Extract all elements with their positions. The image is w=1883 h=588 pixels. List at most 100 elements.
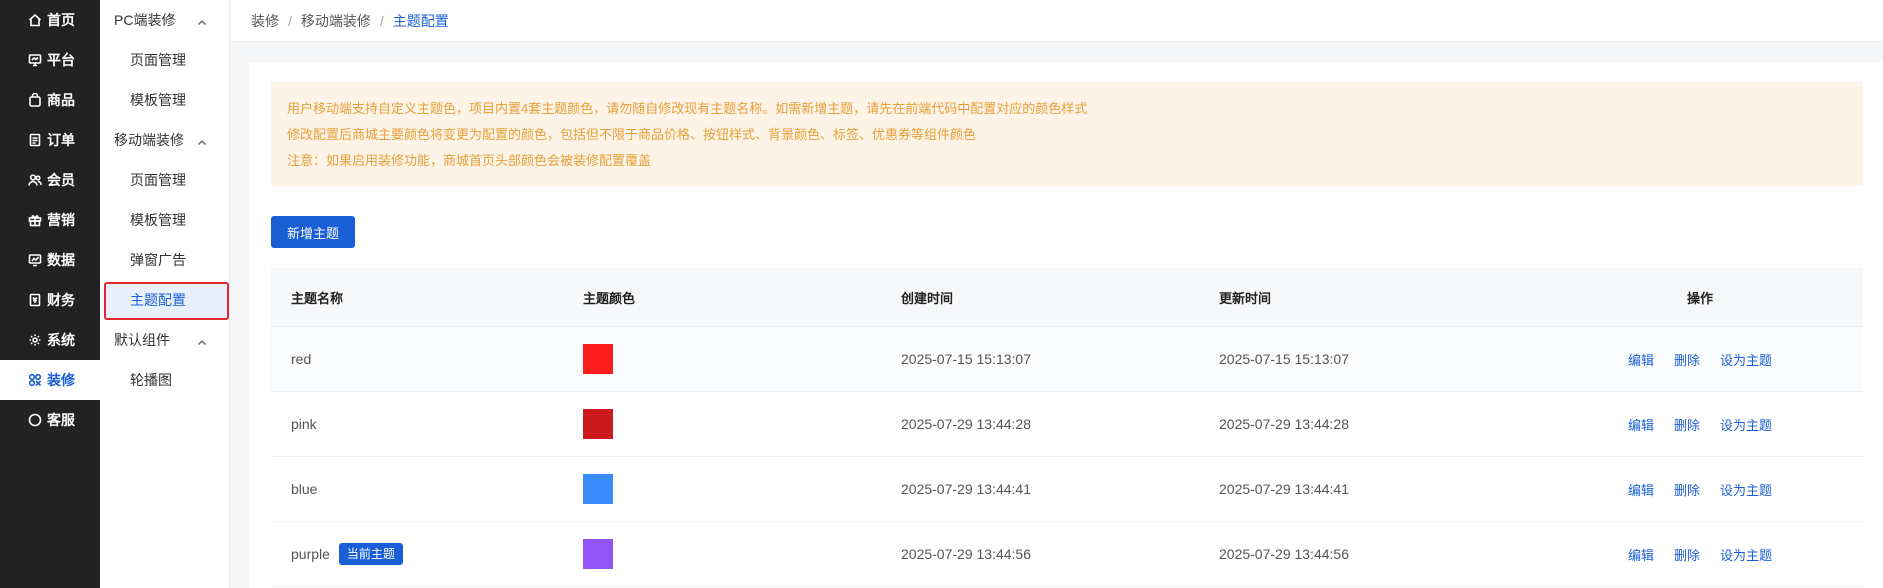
sub-group-label: 移动端装修 [114,132,184,148]
created-time: 2025-07-29 13:44:56 [901,546,1031,562]
edit-link[interactable]: 编辑 [1628,415,1654,434]
delete-link[interactable]: 删除 [1674,415,1700,434]
main-nav-finance[interactable]: 财务 [0,280,100,320]
sub-group-label: PC端装修 [114,12,176,28]
table-row: red 2025-07-15 15:13:07 2025-07-15 15:13… [271,327,1863,392]
chevron-up-icon [197,15,207,26]
chevron-up-icon [197,335,207,346]
main-nav-platform[interactable]: 平台 [0,40,100,80]
sub-item-mobile-pages[interactable]: 页面管理 [100,160,229,200]
main-nav-label: 首页 [47,12,75,28]
updated-time: 2025-07-29 13:44:28 [1219,416,1349,432]
notice-line: 用户移动端支持自定义主题色，项目内置4套主题颜色，请勿随自修改现有主题名称。如需… [287,101,1088,116]
sub-item-label: 模板管理 [130,92,186,108]
breadcrumb-current: 主题配置 [392,12,449,29]
main-nav-label: 营销 [47,212,75,228]
notice-line: 修改配置后商城主要颜色将变更为配置的颜色，包括但不限于商品价格、按钮样式、背景颜… [287,127,977,142]
chart-icon [28,253,42,267]
updated-time: 2025-07-15 15:13:07 [1219,351,1349,367]
palette-icon [28,373,42,387]
main-nav-orders[interactable]: 订单 [0,120,100,160]
main-nav-label: 客服 [47,412,75,428]
main-nav-decoration[interactable]: 装修 [0,360,100,400]
main-nav-marketing[interactable]: 营销 [0,200,100,240]
sub-item-label: 页面管理 [130,172,186,188]
users-icon [28,173,42,187]
header-updated-time: 更新时间 [1219,290,1272,306]
sub-item-label: 模板管理 [130,212,186,228]
main-nav-label: 商品 [47,92,75,108]
main-nav-system[interactable]: 系统 [0,320,100,360]
table-row: blue 2025-07-29 13:44:41 2025-07-29 13:4… [271,457,1863,522]
sub-item-label: 页面管理 [130,52,186,68]
sub-item-label: 主题配置 [130,292,186,308]
current-theme-badge: 当前主题 [338,543,403,565]
main-nav-label: 平台 [47,52,75,68]
main-nav-data[interactable]: 数据 [0,240,100,280]
gift-icon [28,213,42,227]
monitor-icon [28,53,42,67]
updated-time: 2025-07-29 13:44:41 [1219,481,1349,497]
theme-table: 主题名称 主题颜色 创建时间 更新时间 操作 red 2025-07-15 15… [271,268,1863,587]
main-nav-label: 财务 [47,292,75,308]
header-theme-name: 主题名称 [291,290,344,306]
main-nav-members[interactable]: 会员 [0,160,100,200]
main-nav-label: 数据 [47,252,75,268]
sub-group-mobile[interactable]: 移动端装修 [100,120,229,160]
header-created-time: 创建时间 [901,290,954,306]
set-theme-link[interactable]: 设为主题 [1720,350,1772,369]
main-sidebar: 首页 平台 商品 订单 会员 营销 数据 财务 系统 装修 客服 [0,0,100,588]
header-operations: 操作 [1686,290,1713,306]
set-theme-link[interactable]: 设为主题 [1720,415,1772,434]
created-time: 2025-07-29 13:44:28 [901,416,1031,432]
sub-item-mobile-templates[interactable]: 模板管理 [100,200,229,240]
created-time: 2025-07-15 15:13:07 [901,351,1031,367]
document-icon [28,133,42,147]
chevron-up-icon [197,135,207,146]
set-theme-link[interactable]: 设为主题 [1720,545,1772,564]
sub-group-default-components[interactable]: 默认组件 [100,320,229,360]
theme-name: red [291,351,312,367]
set-theme-link[interactable]: 设为主题 [1720,480,1772,499]
sub-item-label: 弹窗广告 [130,252,186,268]
shopping-bag-icon [28,93,42,107]
main-nav-goods[interactable]: 商品 [0,80,100,120]
edit-link[interactable]: 编辑 [1628,545,1654,564]
sub-item-pc-templates[interactable]: 模板管理 [100,80,229,120]
breadcrumb: 装修 / 移动端装修 / 主题配置 [231,0,1883,42]
chat-icon [28,413,42,427]
main-nav-home[interactable]: 首页 [0,0,100,40]
table-row: purple 当前主题 2025-07-29 13:44:56 2025-07-… [271,522,1863,587]
edit-link[interactable]: 编辑 [1628,480,1654,499]
sub-item-theme-config[interactable]: 主题配置 [100,280,229,320]
delete-link[interactable]: 删除 [1674,350,1700,369]
delete-link[interactable]: 删除 [1674,545,1700,564]
table-row: pink 2025-07-29 13:44:28 2025-07-29 13:4… [271,392,1863,457]
delete-link[interactable]: 删除 [1674,480,1700,499]
sub-group-label: 默认组件 [114,332,170,348]
sub-group-pc[interactable]: PC端装修 [100,0,229,40]
notice-box: 用户移动端支持自定义主题色，项目内置4套主题颜色，请勿随自修改现有主题名称。如需… [271,82,1863,186]
breadcrumb-level1[interactable]: 装修 [251,11,279,31]
main-nav-service[interactable]: 客服 [0,400,100,440]
created-time: 2025-07-29 13:44:41 [901,481,1031,497]
main-nav-label: 系统 [47,332,75,348]
edit-link[interactable]: 编辑 [1628,350,1654,369]
table-header: 主题名称 主题颜色 创建时间 更新时间 操作 [271,268,1863,327]
ledger-icon [28,293,42,307]
home-icon [28,13,42,27]
notice-line: 注意：如果启用装修功能，商城首页头部颜色会被装修配置覆盖 [287,153,652,168]
color-swatch [583,539,613,569]
theme-name: blue [291,481,318,497]
sub-item-popup-ads[interactable]: 弹窗广告 [100,240,229,280]
sub-sidebar: PC端装修 页面管理 模板管理 移动端装修 页面管理 模板管理 弹窗广告 主题配… [100,0,230,588]
add-theme-button[interactable]: 新增主题 [271,216,355,248]
content-panel: 用户移动端支持自定义主题色，项目内置4套主题颜色，请勿随自修改现有主题名称。如需… [249,62,1883,588]
sub-item-carousel[interactable]: 轮播图 [100,360,229,400]
color-swatch [583,474,613,504]
updated-time: 2025-07-29 13:44:56 [1219,546,1349,562]
breadcrumb-separator: / [379,12,384,29]
breadcrumb-level2[interactable]: 移动端装修 [301,11,371,31]
theme-name: pink [291,416,317,432]
sub-item-pc-pages[interactable]: 页面管理 [100,40,229,80]
